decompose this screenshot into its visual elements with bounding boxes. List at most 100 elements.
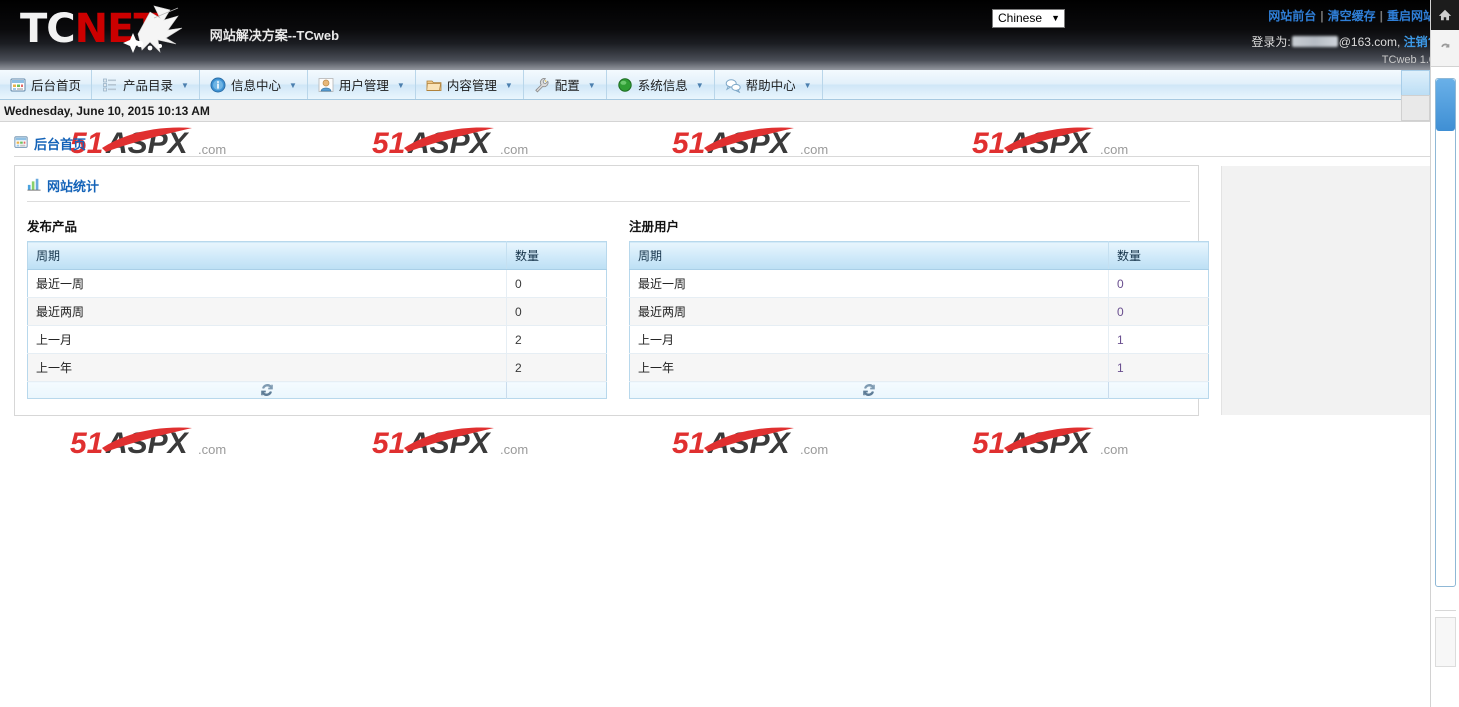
nav-item-help-center[interactable]: 帮助中心 ▼	[715, 70, 823, 99]
column-header-count[interactable]: 数量	[1108, 241, 1209, 270]
watermark-51aspx: 51 ASPX .com	[672, 426, 922, 460]
svg-text:.com: .com	[800, 442, 828, 457]
login-status: 登录为: @163.com, 注销?	[1251, 33, 1435, 50]
refresh-icon[interactable]	[259, 382, 275, 398]
nav-item-user-management[interactable]: 用户管理 ▼	[308, 70, 416, 99]
nav-item-content-management-label: 内容管理	[446, 79, 497, 93]
nav-item-system-info[interactable]: 系统信息 ▼	[607, 70, 715, 99]
cell-period: 最近一周	[629, 269, 1109, 298]
info-circle-icon	[210, 77, 226, 93]
statistics-panel-body: 网站统计 发布产品 周期 数量 最近一周 0 最近两周 0 上一月 2 上一年 …	[15, 166, 1221, 415]
statistics-columns: 发布产品 周期 数量 最近一周 0 最近两周 0 上一月 2 上一年 2 注册用…	[27, 216, 1209, 399]
footer-spacer	[506, 381, 607, 399]
nav-item-dashboard[interactable]: 后台首页	[0, 70, 93, 99]
cell-count: 0	[506, 269, 607, 298]
nav-item-help-center-label: 帮助中心	[745, 79, 796, 93]
users-stats-table: 周期 数量 最近一周 0 最近两周 0 上一月 1 上一年 1	[629, 241, 1209, 399]
side-chip-lower[interactable]	[1401, 95, 1430, 121]
chevron-down-icon: ▼	[288, 81, 297, 90]
svg-text:ASPX: ASPX	[707, 427, 792, 460]
tagline: 网站解决方案--TCweb	[209, 28, 340, 43]
svg-text:51: 51	[70, 427, 103, 460]
watermark-51aspx: 51 ASPX .com	[972, 426, 1222, 460]
link-site-frontend[interactable]: 网站前台	[1268, 9, 1316, 23]
nav-item-content-management[interactable]: 内容管理 ▼	[416, 70, 524, 99]
svg-text:.com: .com	[198, 442, 226, 457]
login-prefix: 登录为:	[1251, 35, 1291, 49]
column-header-period[interactable]: 周期	[629, 241, 1109, 270]
stat-column-products: 发布产品 周期 数量 最近一周 0 最近两周 0 上一月 2 上一年 2	[27, 216, 607, 399]
breadcrumb-item-dashboard[interactable]: 后台首页	[14, 134, 86, 153]
link-clear-cache[interactable]: 清空缓存	[1328, 9, 1376, 23]
browser-divider	[1435, 610, 1456, 611]
panel-title-divider	[27, 201, 1190, 202]
scrollbar-thumb[interactable]	[1436, 79, 1455, 131]
language-selector[interactable]: Chinese ▼	[992, 9, 1065, 28]
watermark-51aspx: 51 ASPX .com	[70, 426, 320, 460]
chevron-down-icon: ▼	[803, 81, 812, 90]
link-separator-1: |	[1320, 9, 1324, 23]
chevron-down-icon: ▼	[504, 81, 513, 90]
cell-count: 2	[506, 325, 607, 354]
link-restart-site[interactable]: 重启网站	[1387, 9, 1435, 23]
nav-item-info-center-label: 信息中心	[230, 79, 281, 93]
login-comma: ,	[1396, 35, 1401, 49]
nav-item-configuration-label: 配置	[554, 79, 580, 93]
scrollbar-track[interactable]	[1435, 78, 1456, 587]
nav-item-configuration[interactable]: 配置 ▼	[524, 70, 607, 99]
refresh-icon[interactable]	[861, 382, 877, 398]
home-icon[interactable]	[1438, 8, 1452, 22]
panel-title: 网站统计	[27, 176, 1209, 201]
cell-period: 最近两周	[27, 297, 507, 326]
refresh-cell[interactable]	[27, 381, 507, 399]
refresh-cell[interactable]	[629, 381, 1109, 399]
table-footer-row	[629, 381, 1209, 399]
svg-text:ASPX: ASPX	[1007, 427, 1092, 460]
column-header-count[interactable]: 数量	[506, 241, 607, 270]
column-header-period[interactable]: 周期	[27, 241, 507, 270]
cell-count: 1	[1108, 325, 1209, 354]
table-row: 上一月 1	[629, 325, 1209, 354]
link-separator-2: |	[1379, 9, 1383, 23]
cell-count: 1	[1108, 353, 1209, 382]
cell-period: 上一年	[629, 353, 1109, 382]
home-dashboard-icon	[10, 77, 26, 93]
logo-tc-text: TC	[20, 6, 76, 52]
stat-column-users: 注册用户 周期 数量 最近一周 0 最近两周 0 上一月 1 上一年 1	[629, 216, 1209, 399]
green-sphere-icon	[617, 77, 633, 93]
product-list-icon	[102, 77, 118, 93]
language-selector-value: Chinese	[998, 11, 1043, 25]
cell-count: 0	[506, 297, 607, 326]
chevron-down-icon: ▼	[587, 81, 596, 90]
side-chip-upper[interactable]	[1401, 70, 1430, 96]
masked-username	[1291, 36, 1338, 47]
statistics-panel: 网站统计 发布产品 周期 数量 最近一周 0 最近两周 0 上一月 2 上一年 …	[14, 165, 1459, 416]
breadcrumb-divider	[14, 156, 1445, 157]
panel-title-label: 网站统计	[47, 179, 100, 194]
chevron-down-icon: ▼	[396, 81, 405, 90]
cell-period: 上一年	[27, 353, 507, 382]
products-stats-table: 周期 数量 最近一周 0 最近两周 0 上一月 2 上一年 2	[27, 241, 607, 399]
browser-right-chrome	[1430, 0, 1459, 707]
cell-count: 0	[1108, 269, 1209, 298]
panel-side-area	[1221, 166, 1459, 415]
nav-item-product-catalog-label: 产品目录	[123, 79, 174, 93]
nav-filler	[823, 70, 1459, 99]
svg-text:51: 51	[372, 427, 405, 460]
watermark-51aspx: 51 ASPX .com	[372, 426, 622, 460]
breadcrumb-label[interactable]: 后台首页	[34, 134, 86, 153]
main-navigation: 后台首页 产品目录 ▼ 信息中心 ▼ 用户管理 ▼ 内容管理 ▼ 配置 ▼ 系统…	[0, 70, 1459, 100]
table-row: 最近一周 0	[27, 269, 607, 298]
svg-text:51: 51	[972, 427, 1005, 460]
nav-item-info-center[interactable]: 信息中心 ▼	[200, 70, 308, 99]
bar-chart-icon	[27, 177, 41, 194]
current-date-bar: Wednesday, June 10, 2015 10:13 AM	[0, 100, 1459, 122]
chevron-down-icon: ▼	[181, 81, 189, 90]
table-row: 上一年 2	[27, 353, 607, 382]
breadcrumb: 后台首页	[0, 122, 1459, 156]
browser-bottom-panel	[1435, 617, 1456, 667]
browser-toolbar-top	[1431, 0, 1459, 30]
browser-tab-strip[interactable]	[1431, 30, 1459, 67]
refresh-icon[interactable]	[1439, 42, 1451, 54]
nav-item-product-catalog[interactable]: 产品目录 ▼	[92, 70, 200, 99]
